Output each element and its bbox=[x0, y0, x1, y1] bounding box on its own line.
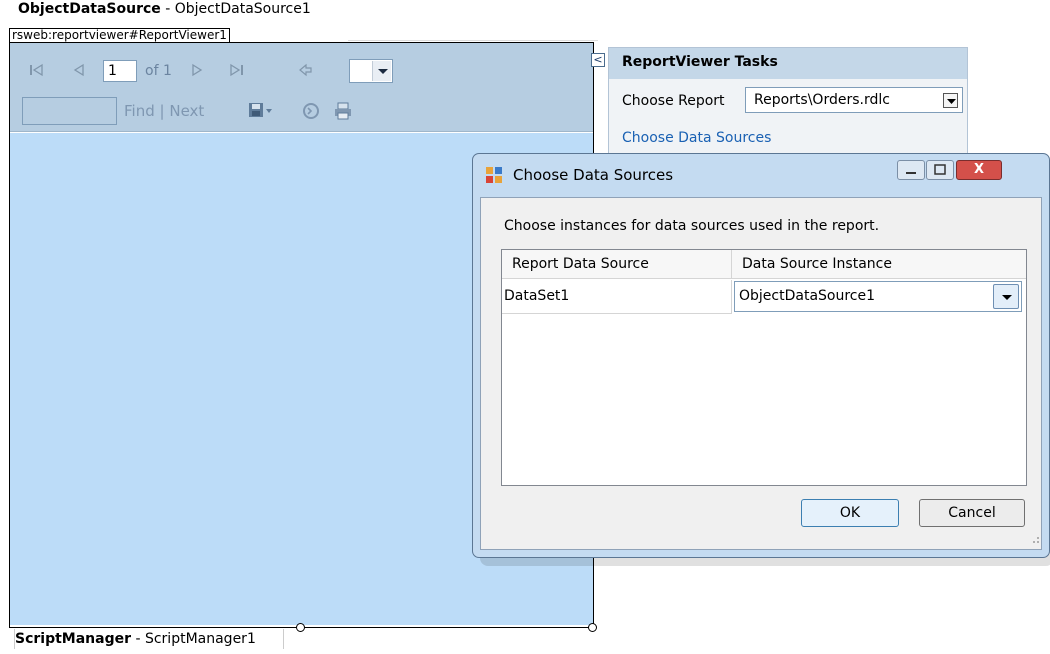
cancel-button[interactable]: Cancel bbox=[919, 499, 1025, 527]
table-cell-report-data-source[interactable]: DataSet1 bbox=[502, 280, 732, 314]
last-page-icon[interactable] bbox=[228, 60, 246, 80]
control-id: - ObjectDataSource1 bbox=[160, 1, 311, 16]
scriptmanager-control-label[interactable]: ScriptManager - ScriptManager1 bbox=[14, 629, 284, 649]
choose-data-sources-link[interactable]: Choose Data Sources bbox=[622, 129, 771, 147]
chevron-down-icon[interactable] bbox=[993, 284, 1019, 309]
maximize-button[interactable] bbox=[926, 160, 954, 180]
minimize-icon bbox=[906, 172, 916, 174]
resize-grip-graphic bbox=[1033, 537, 1039, 543]
find-link[interactable]: Find bbox=[124, 102, 155, 120]
chevron-down-icon-graphic bbox=[378, 69, 388, 74]
back-to-parent-icon-graphic bbox=[299, 63, 312, 77]
next-page-icon[interactable] bbox=[190, 60, 204, 80]
data-source-instance-select[interactable]: ObjectDataSource1 bbox=[734, 281, 1022, 312]
chevron-down-icon[interactable] bbox=[943, 93, 958, 108]
app-icon-graphic bbox=[486, 167, 502, 183]
chevron-down-icon-graphic bbox=[947, 99, 956, 104]
export-save-icon-graphic bbox=[249, 103, 272, 117]
control-type: ScriptManager bbox=[15, 631, 132, 647]
refresh-icon[interactable] bbox=[300, 100, 322, 122]
find-next-links: Find | Next bbox=[124, 102, 204, 120]
page-count-label: of 1 bbox=[145, 63, 172, 79]
resize-grip-icon[interactable] bbox=[1028, 532, 1040, 544]
report-select-value: Reports\Orders.rdlc bbox=[754, 92, 890, 108]
chevron-down-icon-graphic bbox=[1002, 295, 1012, 300]
dialog-app-icon bbox=[486, 167, 502, 183]
back-to-parent-icon[interactable] bbox=[296, 60, 314, 80]
find-text-input[interactable] bbox=[22, 97, 117, 125]
first-page-icon[interactable] bbox=[27, 60, 45, 80]
find-separator: | bbox=[159, 102, 165, 120]
control-id: - ScriptManager1 bbox=[131, 631, 256, 647]
close-button[interactable]: X bbox=[956, 160, 1002, 180]
first-page-icon-graphic bbox=[30, 63, 43, 77]
page-number-input[interactable]: 1 bbox=[103, 60, 137, 82]
last-page-icon-graphic bbox=[230, 63, 243, 77]
refresh-icon-graphic bbox=[303, 103, 319, 119]
control-type: ObjectDataSource bbox=[18, 1, 161, 16]
instance-select-value: ObjectDataSource1 bbox=[739, 288, 876, 304]
divider bbox=[348, 40, 598, 41]
column-header-report-data-source[interactable]: Report Data Source bbox=[502, 250, 732, 279]
resize-handle-corner[interactable] bbox=[588, 623, 597, 632]
tasks-panel-title: ReportViewer Tasks bbox=[609, 48, 967, 79]
print-icon-graphic bbox=[335, 102, 351, 120]
chevron-down-icon[interactable] bbox=[372, 61, 391, 81]
export-save-icon[interactable] bbox=[247, 100, 277, 122]
minimize-button[interactable] bbox=[897, 160, 925, 180]
dialog-instructions: Choose instances for data sources used i… bbox=[504, 218, 880, 234]
print-icon[interactable] bbox=[332, 100, 354, 122]
choose-report-select[interactable]: Reports\Orders.rdlc bbox=[745, 87, 963, 113]
choose-report-label: Choose Report bbox=[622, 93, 725, 109]
maximize-icon bbox=[934, 164, 946, 175]
reportviewer-tag[interactable]: rsweb:reportviewer#ReportViewer1 bbox=[9, 28, 230, 43]
previous-page-icon-graphic bbox=[73, 63, 84, 77]
objectdatasource-control-label[interactable]: ObjectDataSource - ObjectDataSource1 bbox=[18, 0, 348, 16]
next-page-icon-graphic bbox=[192, 63, 203, 77]
resize-handle-bottom[interactable] bbox=[296, 623, 305, 632]
next-link[interactable]: Next bbox=[169, 102, 204, 120]
zoom-select[interactable] bbox=[349, 59, 393, 83]
ok-button[interactable]: OK bbox=[801, 499, 899, 527]
column-header-data-source-instance[interactable]: Data Source Instance bbox=[732, 250, 1026, 279]
dialog-title: Choose Data Sources bbox=[513, 166, 674, 184]
collapse-tasks-button[interactable]: < bbox=[591, 53, 605, 67]
previous-page-icon[interactable] bbox=[72, 60, 86, 80]
